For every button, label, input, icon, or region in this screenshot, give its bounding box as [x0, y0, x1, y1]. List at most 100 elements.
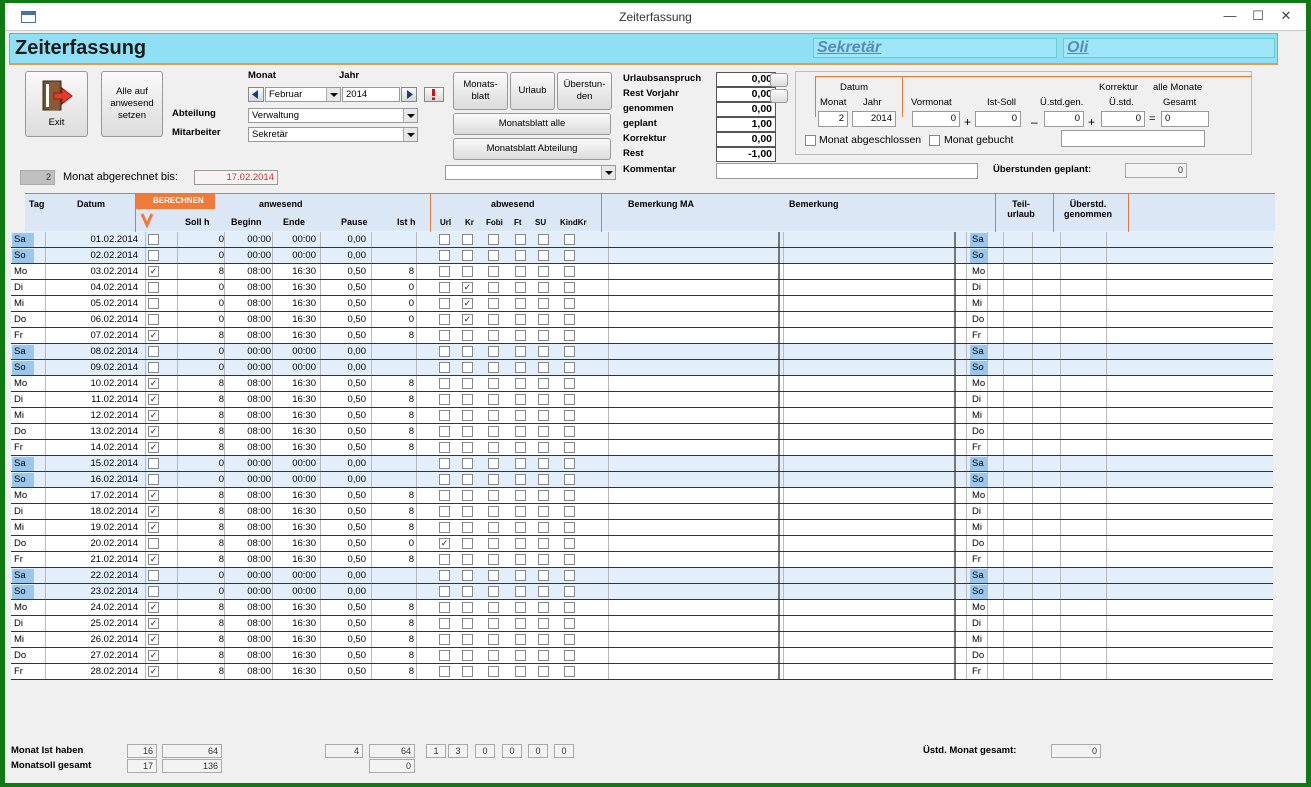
kmonat-input[interactable]: 2 — [818, 111, 848, 127]
abwesend-url-checkbox[interactable] — [439, 602, 450, 613]
berechnen-checkbox[interactable] — [148, 586, 159, 597]
abwesend-url-checkbox[interactable] — [439, 362, 450, 373]
abwesend-kindkr-checkbox[interactable] — [564, 410, 575, 421]
abwesend-ft-checkbox[interactable] — [515, 474, 526, 485]
beginn-cell[interactable]: 08:00 — [229, 329, 271, 343]
ende-cell[interactable]: 16:30 — [274, 633, 316, 647]
abwesend-kindkr-checkbox[interactable] — [564, 426, 575, 437]
beginn-cell[interactable]: 08:00 — [229, 521, 271, 535]
abwesend-url-checkbox[interactable] — [439, 490, 450, 501]
abwesend-ft-checkbox[interactable] — [515, 634, 526, 645]
abwesend-ft-checkbox[interactable] — [515, 426, 526, 437]
abwesend-kr-checkbox[interactable] — [462, 394, 473, 405]
abwesend-ft-checkbox[interactable] — [515, 554, 526, 565]
abwesend-kindkr-checkbox[interactable] — [564, 250, 575, 261]
abwesend-url-checkbox[interactable] — [439, 378, 450, 389]
abwesend-fobi-checkbox[interactable] — [488, 522, 499, 533]
abwesend-fobi-checkbox[interactable] — [488, 250, 499, 261]
abwesend-url-checkbox[interactable] — [439, 298, 450, 309]
beginn-cell[interactable]: 08:00 — [229, 377, 271, 391]
abwesend-fobi-checkbox[interactable] — [488, 298, 499, 309]
abwesend-kr-checkbox[interactable] — [462, 410, 473, 421]
abwesend-fobi-checkbox[interactable] — [488, 538, 499, 549]
abwesend-kindkr-checkbox[interactable] — [564, 586, 575, 597]
abwesend-kr-checkbox[interactable] — [462, 618, 473, 629]
berechnen-checkbox[interactable]: ✓ — [148, 330, 159, 341]
abwesend-kindkr-checkbox[interactable] — [564, 602, 575, 613]
beginn-cell[interactable]: 08:00 — [229, 489, 271, 503]
ende-cell[interactable]: 00:00 — [274, 585, 316, 599]
ende-cell[interactable]: 00:00 — [274, 345, 316, 359]
abwesend-ft-checkbox[interactable] — [515, 282, 526, 293]
pause-cell[interactable]: 0,00 — [322, 249, 367, 263]
abwesend-kindkr-checkbox[interactable] — [564, 442, 575, 453]
ende-cell[interactable]: 00:00 — [274, 233, 316, 247]
abwesend-ft-checkbox[interactable] — [515, 458, 526, 469]
kommentar-input[interactable] — [716, 163, 978, 179]
abwesend-kr-checkbox[interactable] — [462, 570, 473, 581]
beginn-cell[interactable]: 08:00 — [229, 537, 271, 551]
abwesend-su-checkbox[interactable] — [538, 506, 549, 517]
abwesend-kr-checkbox[interactable]: ✓ — [462, 298, 473, 309]
abwesend-fobi-checkbox[interactable] — [488, 458, 499, 469]
abwesend-url-checkbox[interactable] — [439, 522, 450, 533]
abwesend-kr-checkbox[interactable] — [462, 538, 473, 549]
monatsblatt-alle-button[interactable]: Monatsblatt alle — [453, 113, 611, 135]
abwesend-su-checkbox[interactable] — [538, 618, 549, 629]
beginn-cell[interactable]: 00:00 — [229, 233, 271, 247]
abwesend-fobi-checkbox[interactable] — [488, 442, 499, 453]
ende-cell[interactable]: 16:30 — [274, 665, 316, 679]
abwesend-url-checkbox[interactable] — [439, 554, 450, 565]
abwesend-fobi-checkbox[interactable] — [488, 490, 499, 501]
ende-cell[interactable]: 16:30 — [274, 649, 316, 663]
ende-cell[interactable]: 16:30 — [274, 393, 316, 407]
abwesend-kr-checkbox[interactable] — [462, 458, 473, 469]
abwesend-ft-checkbox[interactable] — [515, 602, 526, 613]
pause-cell[interactable]: 0,50 — [322, 553, 367, 567]
berechnen-checkbox[interactable]: ✓ — [148, 410, 159, 421]
abwesend-fobi-checkbox[interactable] — [488, 410, 499, 421]
beginn-cell[interactable]: 08:00 — [229, 601, 271, 615]
berechnen-checkbox[interactable]: ✓ — [148, 618, 159, 629]
ende-cell[interactable]: 00:00 — [274, 569, 316, 583]
abwesend-su-checkbox[interactable] — [538, 346, 549, 357]
abwesend-url-checkbox[interactable] — [439, 442, 450, 453]
abwesend-su-checkbox[interactable] — [538, 410, 549, 421]
abwesend-fobi-checkbox[interactable] — [488, 266, 499, 277]
abwesend-fobi-checkbox[interactable] — [488, 378, 499, 389]
abwesend-fobi-checkbox[interactable] — [488, 362, 499, 373]
abwesend-url-checkbox[interactable] — [439, 346, 450, 357]
ende-cell[interactable]: 00:00 — [274, 457, 316, 471]
pause-cell[interactable]: 0,50 — [322, 521, 367, 535]
pause-cell[interactable]: 0,50 — [322, 665, 367, 679]
ende-cell[interactable]: 16:30 — [274, 441, 316, 455]
abwesend-kindkr-checkbox[interactable] — [564, 554, 575, 565]
abwesend-kindkr-checkbox[interactable] — [564, 458, 575, 469]
abwesend-su-checkbox[interactable] — [538, 426, 549, 437]
ende-cell[interactable]: 16:30 — [274, 537, 316, 551]
beginn-cell[interactable]: 08:00 — [229, 553, 271, 567]
abwesend-kr-checkbox[interactable] — [462, 506, 473, 517]
berechnen-checkbox[interactable]: ✓ — [148, 602, 159, 613]
abwesend-kindkr-checkbox[interactable] — [564, 234, 575, 245]
beginn-cell[interactable]: 08:00 — [229, 633, 271, 647]
abwesend-kr-checkbox[interactable] — [462, 362, 473, 373]
ende-cell[interactable]: 00:00 — [274, 361, 316, 375]
beginn-cell[interactable]: 00:00 — [229, 473, 271, 487]
exit-button[interactable]: Exit — [25, 71, 88, 137]
abwesend-su-checkbox[interactable] — [538, 378, 549, 389]
abwesend-kr-checkbox[interactable] — [462, 650, 473, 661]
abwesend-kr-checkbox[interactable] — [462, 346, 473, 357]
abwesend-kr-checkbox[interactable] — [462, 634, 473, 645]
beginn-cell[interactable]: 08:00 — [229, 281, 271, 295]
pause-cell[interactable]: 0,50 — [322, 329, 367, 343]
ende-cell[interactable]: 16:30 — [274, 313, 316, 327]
minimize-icon[interactable]: — — [1217, 6, 1243, 26]
pause-cell[interactable]: 0,50 — [322, 441, 367, 455]
abwesend-fobi-checkbox[interactable] — [488, 474, 499, 485]
abwesend-ft-checkbox[interactable] — [515, 490, 526, 501]
abwesend-kr-checkbox[interactable]: ✓ — [462, 314, 473, 325]
abwesend-su-checkbox[interactable] — [538, 442, 549, 453]
monat-select[interactable]: Februar — [265, 87, 341, 102]
abwesend-ft-checkbox[interactable] — [515, 442, 526, 453]
